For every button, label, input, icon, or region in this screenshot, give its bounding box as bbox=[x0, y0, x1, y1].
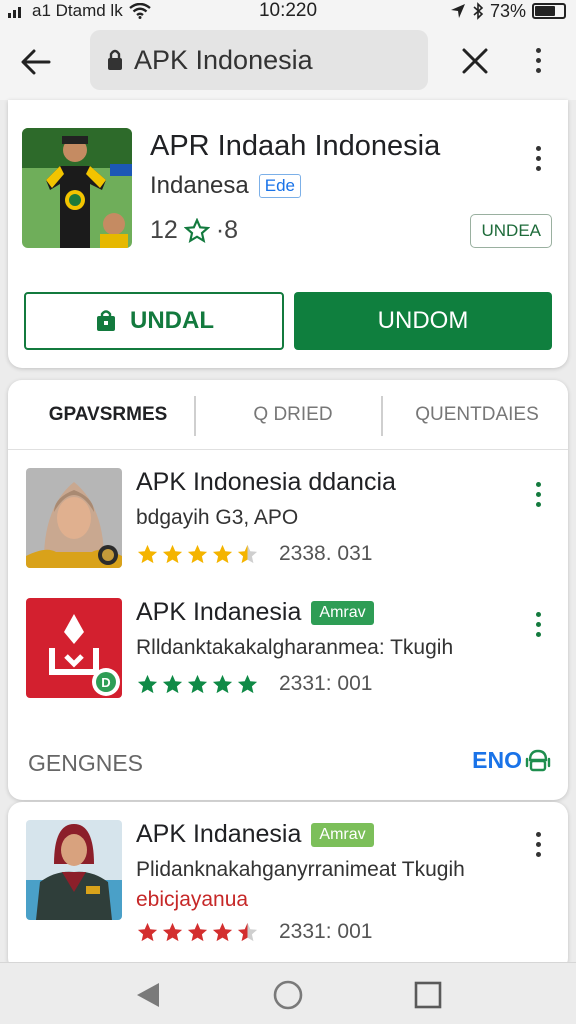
star-icon bbox=[137, 922, 158, 941]
featured-app-thumbnail bbox=[22, 128, 132, 248]
item-badge: Amrav bbox=[311, 600, 374, 625]
star-rating bbox=[136, 543, 259, 566]
overflow-menu-button[interactable] bbox=[528, 40, 548, 80]
section-title: GENGNES bbox=[28, 750, 144, 776]
star-outline-icon bbox=[183, 217, 210, 243]
rating-suffix: ·8 bbox=[215, 216, 239, 244]
item-title-text: APK Indanesia bbox=[136, 820, 302, 848]
item-menu-button[interactable] bbox=[528, 824, 548, 864]
item-rating: 2331: 001 bbox=[136, 672, 372, 696]
back-button[interactable] bbox=[14, 40, 58, 84]
app-bar: APK Indonesia bbox=[0, 22, 576, 100]
clear-search-button[interactable] bbox=[452, 38, 498, 84]
featured-app-menu-button[interactable] bbox=[528, 138, 548, 178]
star-icon bbox=[237, 922, 258, 941]
item-thumbnail: D bbox=[26, 598, 122, 698]
item-subtitle: bdgayih G3, APO bbox=[136, 506, 299, 529]
star-icon bbox=[187, 674, 208, 693]
tab-1[interactable]: Q DRIED bbox=[203, 380, 383, 450]
tab-0[interactable]: GPAVSRMES bbox=[18, 380, 198, 450]
shopping-bag-icon bbox=[97, 310, 115, 331]
status-bar: a1 Dtamd lk 10:220 73% bbox=[0, 0, 576, 22]
nav-home-button[interactable] bbox=[266, 975, 310, 1015]
star-icon bbox=[137, 674, 158, 693]
outline-action-label: UNDAL bbox=[130, 307, 214, 334]
featured-app-developer: Indanesa bbox=[150, 172, 249, 199]
bluetooth-icon bbox=[473, 2, 484, 20]
lock-icon bbox=[108, 49, 122, 70]
star-icon bbox=[212, 674, 233, 693]
tab-divider bbox=[381, 396, 383, 436]
android-icon bbox=[525, 749, 551, 772]
item-badge: Amrav bbox=[311, 822, 374, 847]
results-list-card: GPAVSRMES Q DRIED QUENTDAIES APK Indones… bbox=[8, 380, 568, 800]
svg-text:D: D bbox=[101, 675, 110, 690]
square-recents-icon bbox=[414, 981, 442, 1009]
star-icon bbox=[162, 922, 183, 941]
outline-action-button[interactable]: UNDAL bbox=[24, 292, 284, 350]
status-right: 73% bbox=[450, 0, 566, 22]
item-extra: ebicjayanua bbox=[136, 888, 249, 911]
search-input[interactable]: APK Indonesia bbox=[90, 30, 428, 90]
star-rating bbox=[136, 921, 259, 944]
list-item[interactable]: D APK Indanesia Amrav Rlldanktakakalghar… bbox=[8, 598, 568, 718]
search-text: APK Indonesia bbox=[134, 44, 313, 75]
star-icon bbox=[237, 674, 258, 693]
circle-home-icon bbox=[273, 980, 303, 1010]
rating-value: 12 bbox=[150, 216, 178, 244]
featured-app-tag: Ede bbox=[258, 174, 302, 198]
featured-app-title[interactable]: APR Indaah Indonesia bbox=[150, 130, 440, 163]
triangle-back-icon bbox=[137, 983, 159, 1007]
star-icon bbox=[187, 922, 208, 941]
featured-app-chip[interactable]: UNDEA bbox=[470, 214, 552, 248]
install-button-label: UNDOM bbox=[377, 307, 469, 334]
section-action-label: ENO bbox=[472, 746, 522, 773]
item-thumbnail bbox=[26, 820, 122, 920]
star-icon bbox=[237, 544, 258, 563]
item-subtitle: Plidanknakahganyrranimeat Tkugih bbox=[136, 858, 465, 881]
nav-recents-button[interactable] bbox=[406, 975, 450, 1015]
battery-level bbox=[535, 6, 555, 16]
tab-divider bbox=[194, 396, 196, 436]
item-title-text: APK Indanesia bbox=[136, 598, 302, 626]
featured-app-card[interactable]: APR Indaah Indonesia Indanesa Ede 12 ·8 … bbox=[8, 100, 568, 368]
nav-back-button[interactable] bbox=[126, 975, 170, 1015]
item-title-text: APK Indonesia ddancia bbox=[136, 468, 396, 496]
star-icon bbox=[212, 922, 233, 941]
location-icon bbox=[450, 4, 465, 18]
item-count: 2331: 001 bbox=[279, 920, 373, 943]
tab-bar: GPAVSRMES Q DRIED QUENTDAIES bbox=[8, 380, 568, 450]
section-action-link[interactable]: ENO bbox=[472, 746, 552, 774]
item-count: 2338. 031 bbox=[279, 542, 373, 565]
tab-2[interactable]: QUENTDAIES bbox=[386, 380, 568, 450]
item-rating: 2331: 001 bbox=[136, 920, 372, 944]
star-icon bbox=[162, 544, 183, 563]
item-menu-button[interactable] bbox=[528, 474, 548, 514]
item-title: APK Indanesia Amrav bbox=[136, 598, 374, 627]
list-item[interactable]: APK Indonesia ddancia bdgayih G3, APO 23… bbox=[8, 468, 568, 588]
star-icon bbox=[162, 674, 183, 693]
item-subtitle: Rlldanktakakalgharanmea: Tkugih bbox=[136, 636, 454, 659]
item-count: 2331: 001 bbox=[279, 672, 373, 695]
item-rating: 2338. 031 bbox=[136, 542, 372, 566]
featured-app-developer-row: Indanesa Ede bbox=[150, 172, 302, 200]
star-icon bbox=[137, 544, 158, 563]
close-icon bbox=[462, 48, 488, 74]
list-item[interactable]: APK Indanesia Amrav Plidanknakahganyrran… bbox=[8, 820, 568, 943]
install-button[interactable]: UNDOM bbox=[294, 292, 552, 350]
item-thumbnail bbox=[26, 468, 122, 568]
item-menu-button[interactable] bbox=[528, 604, 548, 644]
star-rating bbox=[136, 673, 259, 696]
bottom-result-card[interactable]: APK Indanesia Amrav Plidanknakahganyrran… bbox=[8, 802, 568, 972]
item-title: APK Indanesia Amrav bbox=[136, 820, 374, 849]
star-icon bbox=[187, 544, 208, 563]
battery-icon bbox=[532, 3, 566, 19]
system-nav-bar bbox=[0, 962, 576, 1024]
item-title: APK Indonesia ddancia bbox=[136, 468, 396, 497]
arrow-left-icon bbox=[21, 49, 51, 75]
featured-app-rating: 12 ·8 bbox=[150, 216, 238, 245]
star-icon bbox=[212, 544, 233, 563]
battery-percent: 73% bbox=[489, 0, 526, 21]
